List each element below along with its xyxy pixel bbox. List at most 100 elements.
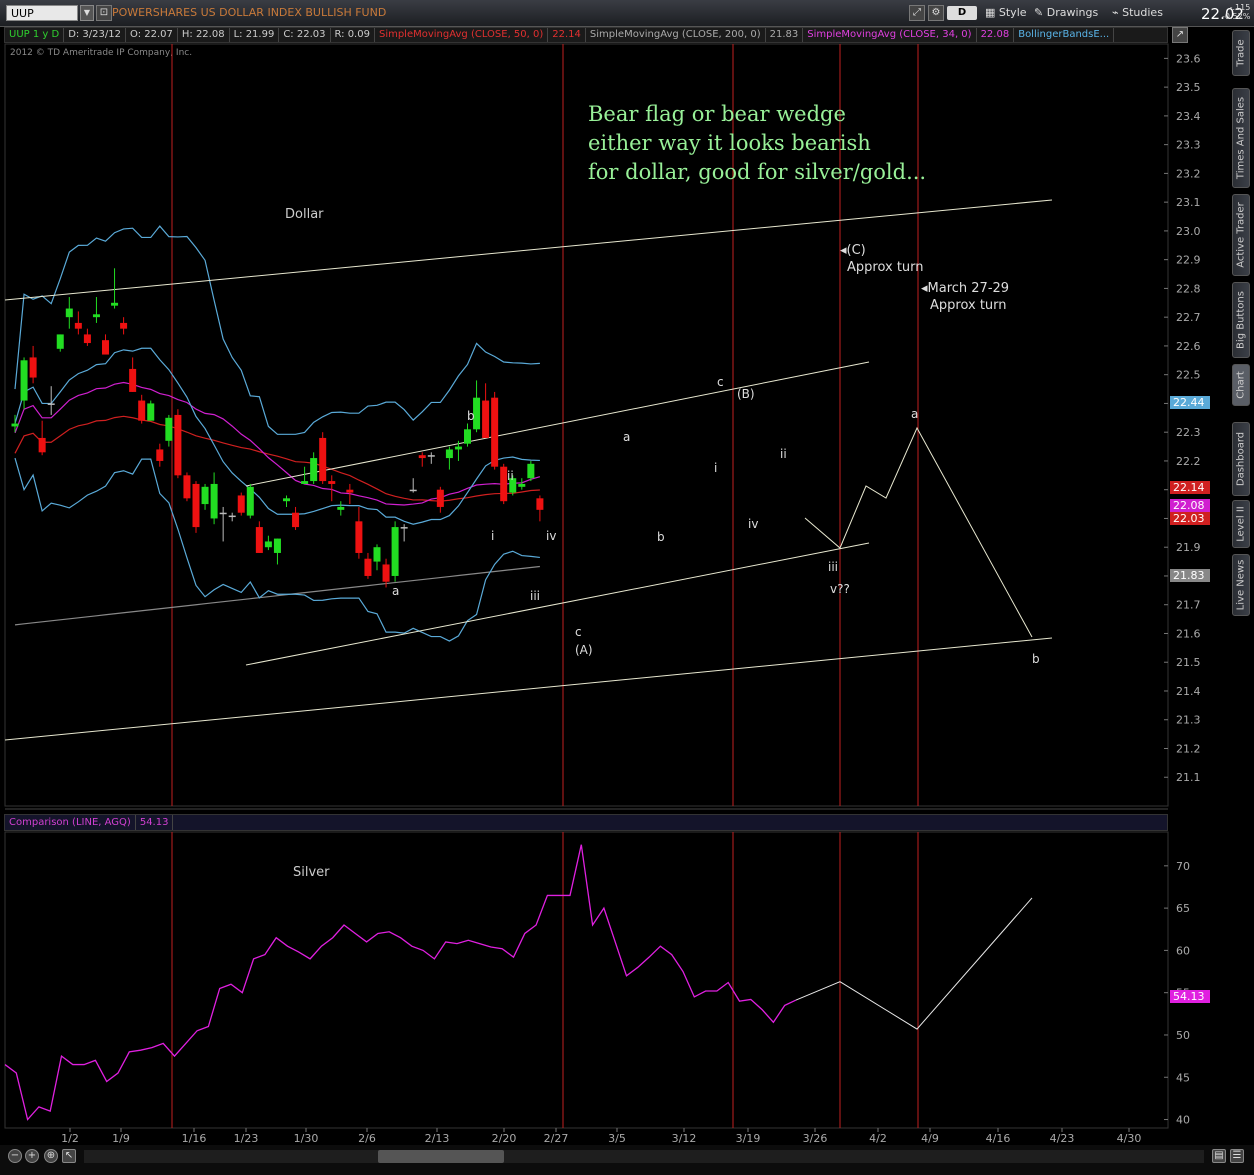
info-symbol[interactable]: UUP 1 y D — [5, 28, 65, 42]
price-tick-label: 21.5 — [1176, 656, 1201, 669]
price-tick-label: 21.8 — [1176, 570, 1201, 583]
tab-live-news[interactable]: Live News — [1232, 554, 1250, 616]
bollinger-lower — [14, 457, 540, 642]
candle-body — [228, 515, 236, 518]
chart-grid-icon[interactable]: ▤ — [1212, 1149, 1226, 1163]
wave-label: b — [1032, 652, 1040, 666]
zoom-out-icon[interactable]: − — [8, 1149, 22, 1163]
chart-settings-icon[interactable]: ↗ — [1172, 27, 1188, 43]
d-button[interactable]: D — [947, 6, 977, 20]
x-tick-label: 3/5 — [608, 1132, 626, 1145]
candle-body — [246, 486, 254, 516]
drawings-button[interactable]: ✎ Drawings — [1034, 5, 1098, 21]
candle-body — [156, 449, 164, 461]
scroll-track[interactable] — [84, 1150, 1204, 1163]
tab-times-and-sales[interactable]: Times And Sales — [1232, 88, 1250, 188]
zoom-in-icon[interactable]: + — [25, 1149, 39, 1163]
silver-title: Silver — [293, 865, 330, 880]
style-button[interactable]: ▦ Style — [985, 5, 1027, 21]
candle-body — [83, 334, 91, 344]
symbol-dropdown-icon[interactable]: ▼ — [80, 5, 94, 21]
x-tick-label: 4/2 — [869, 1132, 887, 1145]
price-tick-label: 22.5 — [1176, 369, 1201, 382]
x-tick-label: 4/30 — [1117, 1132, 1142, 1145]
wave-label: a — [623, 430, 630, 444]
candle-body — [509, 478, 517, 493]
wave-label: (B) — [737, 387, 755, 401]
wave-label: a — [392, 584, 399, 598]
chart-title: Dollar — [285, 207, 324, 222]
tab-active-trader[interactable]: Active Trader — [1232, 194, 1250, 276]
pointer-icon[interactable]: ↖ — [62, 1149, 76, 1163]
settings-icon[interactable]: ⚙ — [928, 5, 944, 21]
link-icon[interactable]: ⊡ — [96, 5, 112, 21]
tab-dashboard[interactable]: Dashboard — [1232, 422, 1250, 496]
symbol-input[interactable]: UUP — [6, 5, 78, 21]
candle-body — [165, 417, 173, 441]
wave-label: b — [657, 530, 665, 544]
candle-body — [174, 414, 182, 476]
silver-last-label: 54.13 — [1173, 990, 1205, 1003]
bollinger-label[interactable]: BollingerBandsE... — [1014, 28, 1115, 42]
bollinger-upper — [14, 225, 540, 435]
candle-body — [464, 429, 471, 444]
price-label-box — [1170, 481, 1210, 494]
x-tick-label: 2/27 — [544, 1132, 569, 1145]
candle-body — [310, 458, 318, 482]
price-tick-label: 21.4 — [1176, 685, 1201, 698]
zoom-fit-icon[interactable]: ⊕ — [44, 1149, 58, 1163]
candle-body — [536, 498, 544, 510]
change-abs: -.115 — [1229, 3, 1251, 12]
trend-line — [245, 361, 870, 487]
wave-label: ii — [780, 447, 787, 461]
sma34-label[interactable]: SimpleMovingAvg (CLOSE, 34, 0) — [803, 28, 977, 42]
price-label-box — [1170, 512, 1210, 525]
expand-icon[interactable]: ⤢ — [909, 5, 925, 21]
top-toolbar: UUP ▼ ⊡ POWERSHARES US DOLLAR INDEX BULL… — [0, 0, 1254, 27]
chart-options-icon[interactable]: ☰ — [1230, 1149, 1244, 1163]
side-tabs: Trade Times And Sales Active Trader Big … — [1232, 30, 1252, 1130]
price-label: 22.44 — [1173, 396, 1205, 409]
drawings-label: Drawings — [1046, 6, 1099, 19]
scrollbar-thumb[interactable] — [378, 1150, 504, 1163]
price-label: 22.14 — [1173, 481, 1205, 494]
comparison-label[interactable]: Comparison (LINE, AGQ) — [5, 815, 136, 830]
price-tick-label: 23.3 — [1176, 139, 1201, 152]
price-tick-label: 22.7 — [1176, 311, 1201, 324]
price-panel-frame — [4, 43, 1169, 807]
price-tick-label: 23.4 — [1176, 110, 1201, 123]
candle-body — [382, 564, 390, 582]
sma34-line — [14, 381, 541, 506]
candle-body — [56, 334, 64, 349]
x-tick-label: 1/30 — [294, 1132, 319, 1145]
studies-button[interactable]: ⌁ Studies — [1112, 5, 1163, 21]
tab-trade[interactable]: Trade — [1232, 30, 1250, 76]
candle-body — [120, 322, 128, 329]
tab-level-ii[interactable]: Level II — [1232, 500, 1250, 548]
price-tick-label: 21.9 — [1176, 541, 1201, 554]
sma50-label[interactable]: SimpleMovingAvg (CLOSE, 50, 0) — [375, 28, 549, 42]
price-tick-label: 22.4 — [1176, 397, 1201, 410]
sma200-value: 21.83 — [766, 28, 804, 42]
sma200-label[interactable]: SimpleMovingAvg (CLOSE, 200, 0) — [586, 28, 766, 42]
tab-big-buttons[interactable]: Big Buttons — [1232, 282, 1250, 358]
candle-body — [337, 506, 345, 510]
price-change: -.115 -0.52% — [1222, 3, 1250, 21]
price-tick-label: 21.7 — [1176, 599, 1201, 612]
approx-turn-2: ◂March 27-29 — [921, 281, 1009, 296]
tab-active-trader-label: Active Trader — [1235, 202, 1247, 268]
tab-chart[interactable]: Chart — [1232, 364, 1250, 406]
silver-tick-label: 70 — [1176, 860, 1190, 873]
style-label: Style — [998, 6, 1027, 19]
info-date: D: 3/23/12 — [64, 28, 126, 42]
wave-label: iii — [828, 560, 838, 574]
candle-body — [92, 314, 100, 318]
candle-body — [65, 308, 73, 318]
projection-path — [804, 426, 1033, 638]
price-tick-label: 21.3 — [1176, 714, 1201, 727]
candle-body — [74, 322, 82, 329]
x-tick-label: 2/20 — [492, 1132, 517, 1145]
candle-body — [328, 481, 336, 484]
annotation-text: either way it looks bearish — [588, 131, 871, 155]
candle-body — [391, 527, 399, 576]
